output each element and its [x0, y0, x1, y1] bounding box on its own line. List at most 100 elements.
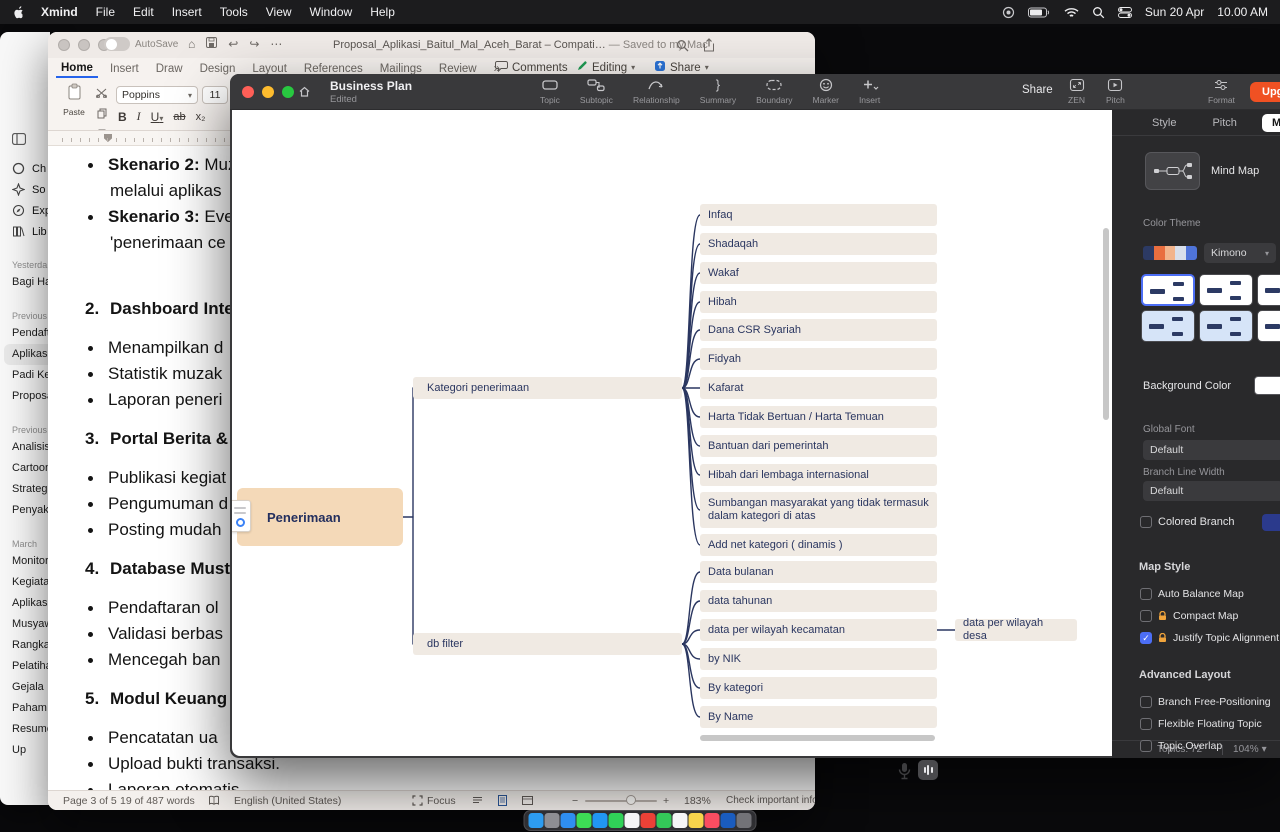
undo-icon[interactable]: ↩	[228, 37, 238, 51]
topic[interactable]: Hibah dari lembaga internasional	[700, 464, 937, 486]
map-structure-thumbnail[interactable]	[1145, 152, 1200, 190]
colored-branch-row[interactable]: Colored Branch	[1140, 514, 1280, 530]
page-indicator[interactable]: Page 3 of 5	[63, 795, 117, 807]
chat-item[interactable]: Up	[0, 740, 50, 761]
menu-help[interactable]: Help	[370, 5, 395, 19]
autosave-toggle[interactable]: AutoSave	[104, 37, 178, 51]
vertical-scrollbar[interactable]	[1103, 228, 1109, 420]
chat-item[interactable]: Monitori	[0, 551, 50, 572]
share-icon[interactable]	[703, 38, 715, 57]
paste-button[interactable]: Paste	[58, 83, 90, 127]
checkbox-auto-balance-map[interactable]: Auto Balance Map	[1140, 586, 1280, 602]
microphone-icon[interactable]	[897, 762, 912, 786]
ribbon-tab-home[interactable]: Home	[56, 60, 98, 78]
horizontal-scrollbar[interactable]	[700, 735, 935, 741]
tool-summary[interactable]: }Summary	[700, 77, 736, 105]
dock-icon-notes[interactable]	[689, 813, 704, 828]
tool-subtopic[interactable]: Subtopic	[580, 77, 613, 105]
topic[interactable]: Dana CSR Syariah	[700, 319, 937, 341]
chat-item[interactable]: Pelatiha	[0, 656, 50, 677]
dock-icon-safari[interactable]	[561, 813, 576, 828]
tool-topic[interactable]: Topic	[540, 77, 560, 105]
topic[interactable]: By Name	[700, 706, 937, 728]
bold-button[interactable]: B	[118, 110, 127, 124]
close-button[interactable]	[242, 86, 254, 98]
checkbox-justify-topic-alignment[interactable]: ✓Justify Topic Alignment	[1140, 630, 1280, 646]
chat-item[interactable]: Gejala	[0, 677, 50, 698]
topic[interactable]: By kategori	[700, 677, 937, 699]
editing-mode-button[interactable]: Editing ▾	[576, 60, 635, 75]
menu-date[interactable]: Sun 20 Apr	[1145, 5, 1204, 19]
dock-icon-maps[interactable]	[609, 813, 624, 828]
search-icon[interactable]	[676, 39, 689, 57]
subscript-button[interactable]: x₂	[196, 111, 206, 123]
chat-item[interactable]: Proposa	[0, 386, 50, 407]
chat-item[interactable]: Musyaw	[0, 614, 50, 635]
checkbox-icon[interactable]	[1140, 696, 1152, 708]
menu-time[interactable]: 10.00 AM	[1217, 5, 1268, 19]
central-topic[interactable]: Penerimaan	[237, 488, 403, 546]
background-color-swatch[interactable]	[1254, 376, 1280, 395]
dock-icon-photos[interactable]	[625, 813, 640, 828]
font-size-select[interactable]: 11	[202, 86, 228, 104]
theme-thumbnail[interactable]	[1141, 310, 1195, 342]
branch-color-swatch[interactable]	[1262, 514, 1280, 531]
view-web-layout-icon[interactable]	[522, 795, 533, 809]
cut-icon[interactable]	[96, 85, 107, 103]
topic[interactable]: data per wilayah desa	[955, 619, 1077, 641]
theme-thumbnail[interactable]	[1199, 274, 1253, 306]
autosave-switch[interactable]	[104, 37, 130, 51]
chat-item[interactable]: Analisis	[0, 437, 50, 458]
home-icon[interactable]	[298, 85, 311, 103]
strikethrough-button[interactable]: ab	[173, 111, 185, 123]
menu-tools[interactable]: Tools	[220, 5, 248, 19]
topic[interactable]: Harta Tidak Bertuan / Harta Temuan	[700, 406, 937, 428]
focus-label[interactable]: Focus	[427, 795, 456, 807]
dock-icon-launchpad[interactable]	[545, 813, 560, 828]
share-button[interactable]: Share	[1022, 84, 1053, 96]
active-app-name[interactable]: Xmind	[41, 5, 78, 19]
theme-thumbnail[interactable]	[1257, 274, 1280, 306]
dock-icon-finder[interactable]	[529, 813, 544, 828]
dock-icon-music[interactable]	[705, 813, 720, 828]
checkbox-topic-overlap[interactable]: Topic Overlap	[1140, 738, 1280, 754]
theme-thumbnail[interactable]	[1199, 310, 1253, 342]
checkbox-compact-map[interactable]: Compact Map	[1140, 608, 1280, 624]
topic[interactable]: by NIK	[700, 648, 937, 670]
share-button[interactable]: Share ▾	[654, 60, 709, 75]
zoom-level[interactable]: 183%	[684, 795, 711, 807]
topic[interactable]: Add net kategori ( dinamis )	[700, 534, 937, 556]
checkbox-icon[interactable]	[1140, 718, 1152, 730]
zoom-slider-thumb[interactable]	[626, 795, 636, 805]
panel-tab-m[interactable]: M	[1262, 114, 1280, 132]
minimize-button[interactable]	[262, 86, 274, 98]
chat-item[interactable]: Bagi Has	[0, 272, 50, 293]
chat-item[interactable]: Paham	[0, 698, 50, 719]
dock-icon-calendar[interactable]	[673, 813, 688, 828]
save-icon[interactable]	[206, 37, 217, 51]
menu-file[interactable]: File	[96, 5, 115, 19]
checkbox-icon[interactable]: ✓	[1140, 632, 1152, 644]
dock-icon-mail[interactable]	[593, 813, 608, 828]
home-icon[interactable]: ⌂	[188, 37, 195, 51]
dock-icon-facetime[interactable]	[657, 813, 672, 828]
checkbox-icon[interactable]	[1140, 740, 1152, 752]
dock-icon-messages[interactable]	[577, 813, 592, 828]
menu-insert[interactable]: Insert	[172, 5, 202, 19]
chat-item[interactable]: Padi Ken	[0, 365, 50, 386]
zoom-button[interactable]	[282, 86, 294, 98]
topic[interactable]: Hibah	[700, 291, 937, 313]
copy-icon[interactable]	[97, 106, 107, 124]
zoom-slider[interactable]	[585, 800, 657, 802]
sidebar-toggle-icon[interactable]	[12, 132, 26, 150]
topic[interactable]: Kategori penerimaan	[413, 377, 682, 399]
panel-tab-style[interactable]: Style	[1152, 117, 1176, 129]
topic[interactable]: Data bulanan	[700, 561, 937, 583]
checkbox-flexible-floating-topic[interactable]: Flexible Floating Topic	[1140, 716, 1280, 732]
topic[interactable]: db filter	[413, 633, 682, 655]
zen-mode-button[interactable]: ZEN	[1068, 77, 1085, 105]
topic[interactable]: Shadaqah	[700, 233, 937, 255]
wifi-icon[interactable]	[1064, 7, 1079, 18]
sidebar-nav-lib[interactable]: Lib	[0, 221, 50, 242]
sidebar-nav-exp[interactable]: Exp	[0, 200, 50, 221]
